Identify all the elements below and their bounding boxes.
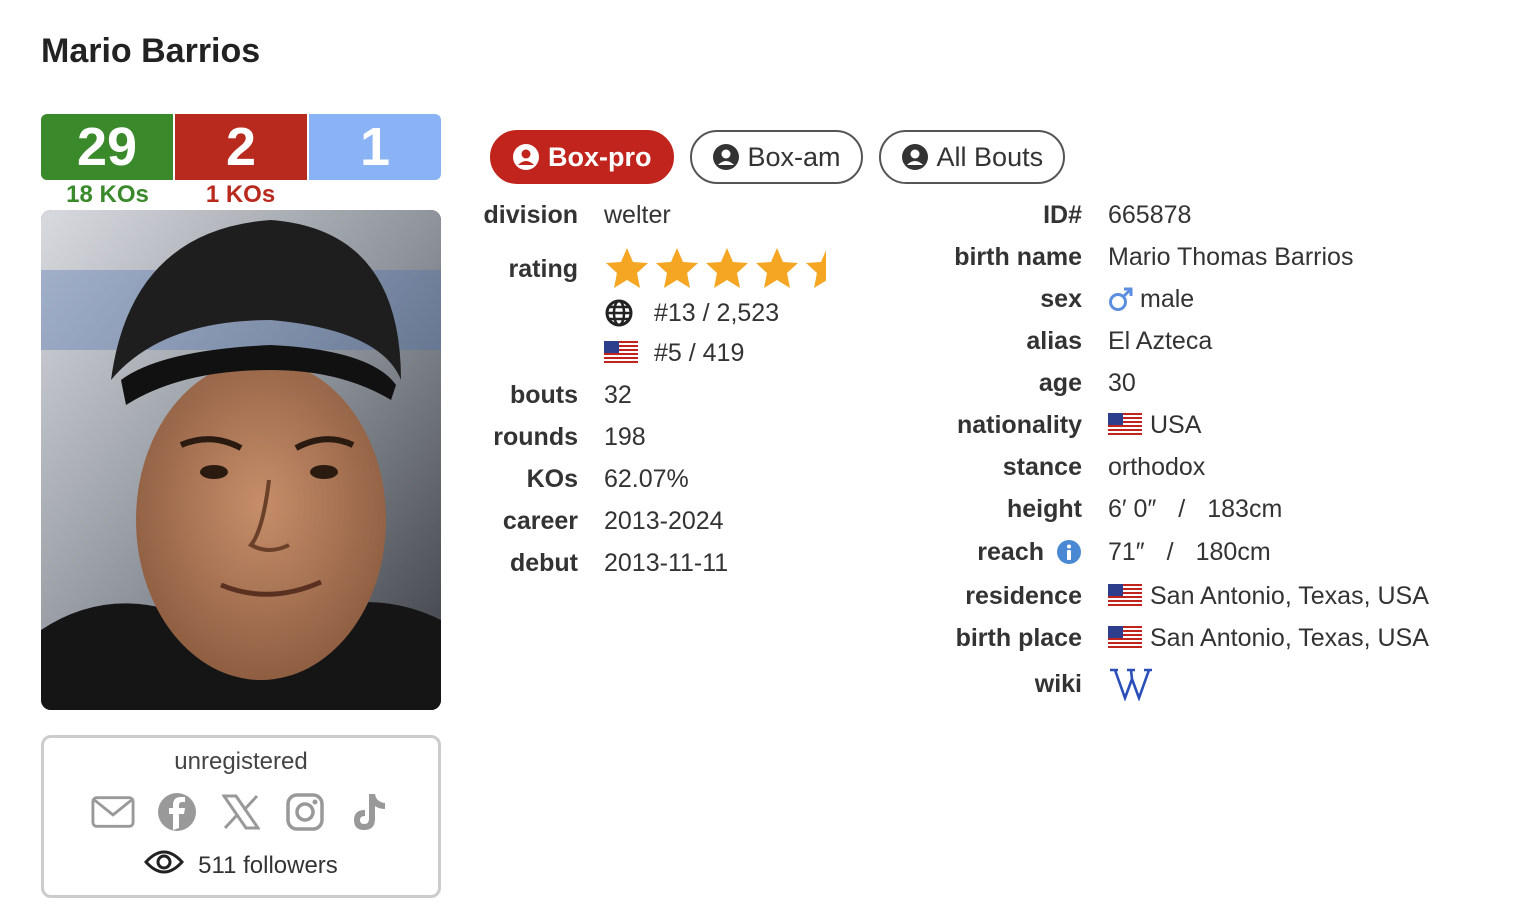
losses-count: 2 [175,114,309,180]
birth-name-label: birth name [954,243,1082,271]
residence-row: residence San Antonio, Texas, USA [438,579,1429,613]
social-box: unregistered 511 followers [41,735,441,898]
male-icon [1109,287,1133,311]
info-icon[interactable] [1056,539,1082,565]
record-bar: 29 2 1 [41,114,441,180]
tab-label: All Bouts [936,141,1044,172]
reach-metric: 180cm [1195,538,1271,566]
reach-imperial: 71″ [1108,538,1145,566]
id-label: ID# [1043,201,1082,229]
user-circle-icon [712,144,739,170]
followers: 511 followers [44,848,438,883]
tab-box-am[interactable]: Box-am [689,130,863,184]
wins-count: 29 [41,114,175,180]
wikipedia-icon[interactable] [1108,667,1154,701]
nationality-label: nationality [956,411,1082,439]
wiki-label: wiki [1034,670,1082,698]
tab-all-bouts[interactable]: All Bouts [878,130,1066,184]
tab-label: Box-am [747,141,841,172]
reach-row: reach 71″ / 180cm [438,535,1271,569]
social-icons [44,790,438,834]
usa-flag-icon [1108,413,1142,437]
height-metric: 183cm [1207,495,1283,523]
sex-value: male [1140,285,1195,313]
stance-value: orthodox [1108,453,1206,481]
height-row: height 6′ 0″ / 183cm [438,492,1282,526]
height-label: height [1007,495,1082,523]
win-kos: 18 KOs [66,181,149,208]
birth-name-row: birth name Mario Thomas Barrios [438,240,1353,274]
instagram-icon[interactable] [283,790,327,834]
residence-value[interactable]: San Antonio, Texas, USA [1150,579,1429,613]
residence-label: residence [965,582,1082,610]
age-label: age [1038,369,1082,397]
birth-place-value[interactable]: San Antonio, Texas, USA [1150,621,1429,655]
sex-row: sex male [438,282,1194,316]
reach-label-group: reach [438,535,1082,569]
alias-label: alias [1026,327,1082,355]
id-row: ID# 665878 [438,198,1191,232]
id-value: 665878 [1108,201,1192,229]
facebook-icon[interactable] [155,790,199,834]
nationality-row: nationality USA [438,408,1201,442]
alias-row: alias El Azteca [438,324,1212,358]
email-icon[interactable] [91,790,135,834]
loss-kos: 1 KOs [205,181,276,208]
wiki-row: wiki [438,667,1154,701]
height-separator: / [1178,495,1186,523]
user-circle-icon [513,144,539,170]
user-circle-icon [901,144,928,170]
usa-flag-icon [1108,584,1142,608]
sex-label: sex [1040,285,1082,313]
birth-place-row: birth place San Antonio, Texas, USA [438,621,1429,655]
birth-name-value: Mario Thomas Barrios [1108,243,1354,271]
stance-row: stance orthodox [438,450,1206,484]
reach-separator: / [1166,538,1174,566]
eye-icon [144,848,185,883]
usa-flag-icon [1108,626,1142,650]
reach-label: reach [977,538,1044,566]
birth-place-label: birth place [955,624,1082,652]
boxer-photo [41,210,441,710]
alias-value: El Azteca [1108,327,1213,355]
tiktok-icon[interactable] [347,790,391,834]
height-imperial: 6′ 0″ [1108,495,1157,523]
stance-label: stance [1002,453,1082,481]
nationality-value[interactable]: USA [1150,408,1201,442]
tab-label: Box-pro [548,141,652,172]
registration-status: unregistered [174,748,308,775]
draws-count: 1 [309,114,441,180]
record-tabs: Box-pro Box-am All Bouts [490,130,1066,184]
age-value: 30 [1108,369,1136,397]
tab-box-pro[interactable]: Box-pro [490,130,674,184]
age-row: age 30 [438,366,1136,400]
x-icon[interactable] [219,790,263,834]
boxer-name: Mario Barrios [41,32,261,70]
followers-count: 511 followers [198,851,338,879]
